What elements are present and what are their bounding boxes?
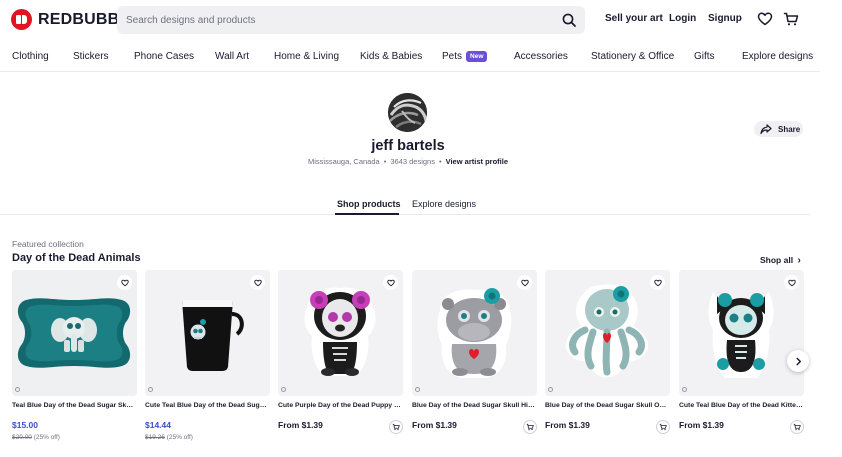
collection-title: Day of the Dead Animals <box>12 252 141 264</box>
product-image-hippo-sticker[interactable] <box>412 270 537 396</box>
product-price: From $1.39 <box>278 420 323 430</box>
product-image-kitten-sticker[interactable] <box>679 270 804 396</box>
add-to-cart-button[interactable] <box>790 420 804 434</box>
nav-item-pets-label: Pets <box>442 51 463 62</box>
chevron-right-icon: › <box>797 255 801 266</box>
login-link[interactable]: Login <box>669 13 696 24</box>
cart-icon[interactable] <box>783 11 799 27</box>
artist-design-count: 3643 designs <box>390 157 435 166</box>
product-image-octopus-sticker[interactable] <box>545 270 670 396</box>
heart-icon <box>253 279 262 286</box>
search-input[interactable] <box>117 6 547 34</box>
nav-item-phone-cases[interactable]: Phone Cases <box>134 51 194 62</box>
favorite-button[interactable] <box>117 275 132 290</box>
cart-plus-icon <box>793 423 801 431</box>
favorite-button[interactable] <box>784 275 799 290</box>
search-bar <box>117 6 585 34</box>
share-label: Share <box>778 124 801 134</box>
product-image-puppy-sticker[interactable] <box>278 270 403 396</box>
heart-icon <box>520 279 529 286</box>
nav-item-stationery-office[interactable]: Stationery & Office <box>591 51 674 62</box>
share-icon <box>760 123 772 134</box>
nav-item-pets[interactable]: Pets New <box>442 51 488 62</box>
product-title[interactable]: Cute Purple Day of the Dead Puppy Dog St… <box>278 402 403 409</box>
sell-your-art-link[interactable]: Sell your art <box>605 13 663 24</box>
product-image-pet-mat[interactable] <box>12 270 137 396</box>
favorite-button[interactable] <box>517 275 532 290</box>
product-title[interactable]: Blue Day of the Dead Sugar Skull Hippo S… <box>412 402 537 409</box>
search-icon[interactable] <box>561 12 577 28</box>
favorite-button[interactable] <box>250 275 265 290</box>
artist-tabs: Shop products Explore designs <box>0 195 810 215</box>
chevron-right-icon <box>795 357 801 365</box>
shop-all-link[interactable]: Shop all › <box>760 255 801 266</box>
artist-location: Mississauga, Canada <box>307 157 380 166</box>
nav-item-clothing[interactable]: Clothing <box>12 51 49 62</box>
info-icon[interactable] <box>548 387 553 392</box>
nav-item-accessories[interactable]: Accessories <box>514 51 568 62</box>
tab-shop-products[interactable]: Shop products <box>337 199 401 209</box>
nav-item-explore-designs[interactable]: Explore designs <box>742 51 813 62</box>
favorite-button[interactable] <box>383 275 398 290</box>
product-title[interactable]: Cute Teal Blue Day of the Dead Sugar Sku… <box>145 402 270 409</box>
product-title[interactable]: Teal Blue Day of the Dead Sugar Skull Ba… <box>12 402 137 409</box>
product-price: From $1.39 <box>679 420 724 430</box>
active-tab-indicator <box>335 213 399 215</box>
info-icon[interactable] <box>281 387 286 392</box>
add-to-cart-button[interactable] <box>523 420 537 434</box>
heart-icon <box>787 279 796 286</box>
info-icon[interactable] <box>682 387 687 392</box>
heart-icon[interactable] <box>757 11 773 27</box>
heart-icon <box>653 279 662 286</box>
featured-collection-label: Featured collection <box>12 239 84 249</box>
product-price: From $1.39 <box>545 420 590 430</box>
nav-item-kids-babies[interactable]: Kids & Babies <box>360 51 422 62</box>
logo-mark-icon <box>11 9 32 30</box>
product-original-price: $19.26 (25% off) <box>145 434 193 441</box>
cart-plus-icon <box>526 423 534 431</box>
info-icon[interactable] <box>15 387 20 392</box>
shop-all-label: Shop all <box>760 255 794 265</box>
artist-name: jeff bartels <box>371 138 445 154</box>
share-button[interactable]: Share <box>754 121 803 137</box>
add-to-cart-button[interactable] <box>656 420 670 434</box>
nav-item-gifts[interactable]: Gifts <box>694 51 715 62</box>
nav-item-home-living[interactable]: Home & Living <box>274 51 339 62</box>
cart-plus-icon <box>392 423 400 431</box>
cart-plus-icon <box>659 423 667 431</box>
artist-meta: Mississauga, Canada • 3643 designs • View ar… <box>307 157 508 166</box>
add-to-cart-button[interactable] <box>389 420 403 434</box>
new-badge: New <box>466 51 488 62</box>
favorite-button[interactable] <box>650 275 665 290</box>
product-original-price: $20.00 (25% off) <box>12 434 60 441</box>
heart-icon <box>120 279 129 286</box>
info-icon[interactable] <box>148 387 153 392</box>
nav-item-stickers[interactable]: Stickers <box>73 51 109 62</box>
product-title[interactable]: Cute Teal Blue Day of the Dead Kitten Ca… <box>679 402 804 409</box>
info-icon[interactable] <box>415 387 420 392</box>
product-price: $15.00 <box>12 420 38 430</box>
top-bar: REDBUBBLE Sell your art Login Signup <box>0 0 842 40</box>
tab-explore-designs[interactable]: Explore designs <box>412 199 476 209</box>
nav-item-wall-art[interactable]: Wall Art <box>215 51 249 62</box>
signup-link[interactable]: Signup <box>708 13 742 24</box>
view-artist-profile-link[interactable]: View artist profile <box>446 157 508 166</box>
category-nav: Clothing Stickers Phone Cases Wall Art H… <box>0 40 820 72</box>
artist-avatar[interactable] <box>388 93 427 132</box>
product-image-mug[interactable] <box>145 270 270 396</box>
carousel-next-button[interactable] <box>787 350 809 372</box>
product-price: $14.44 <box>145 420 171 430</box>
product-title[interactable]: Blue Day of the Dead Sugar Skull Octopus… <box>545 402 670 409</box>
product-price: From $1.39 <box>412 420 457 430</box>
heart-icon <box>386 279 395 286</box>
